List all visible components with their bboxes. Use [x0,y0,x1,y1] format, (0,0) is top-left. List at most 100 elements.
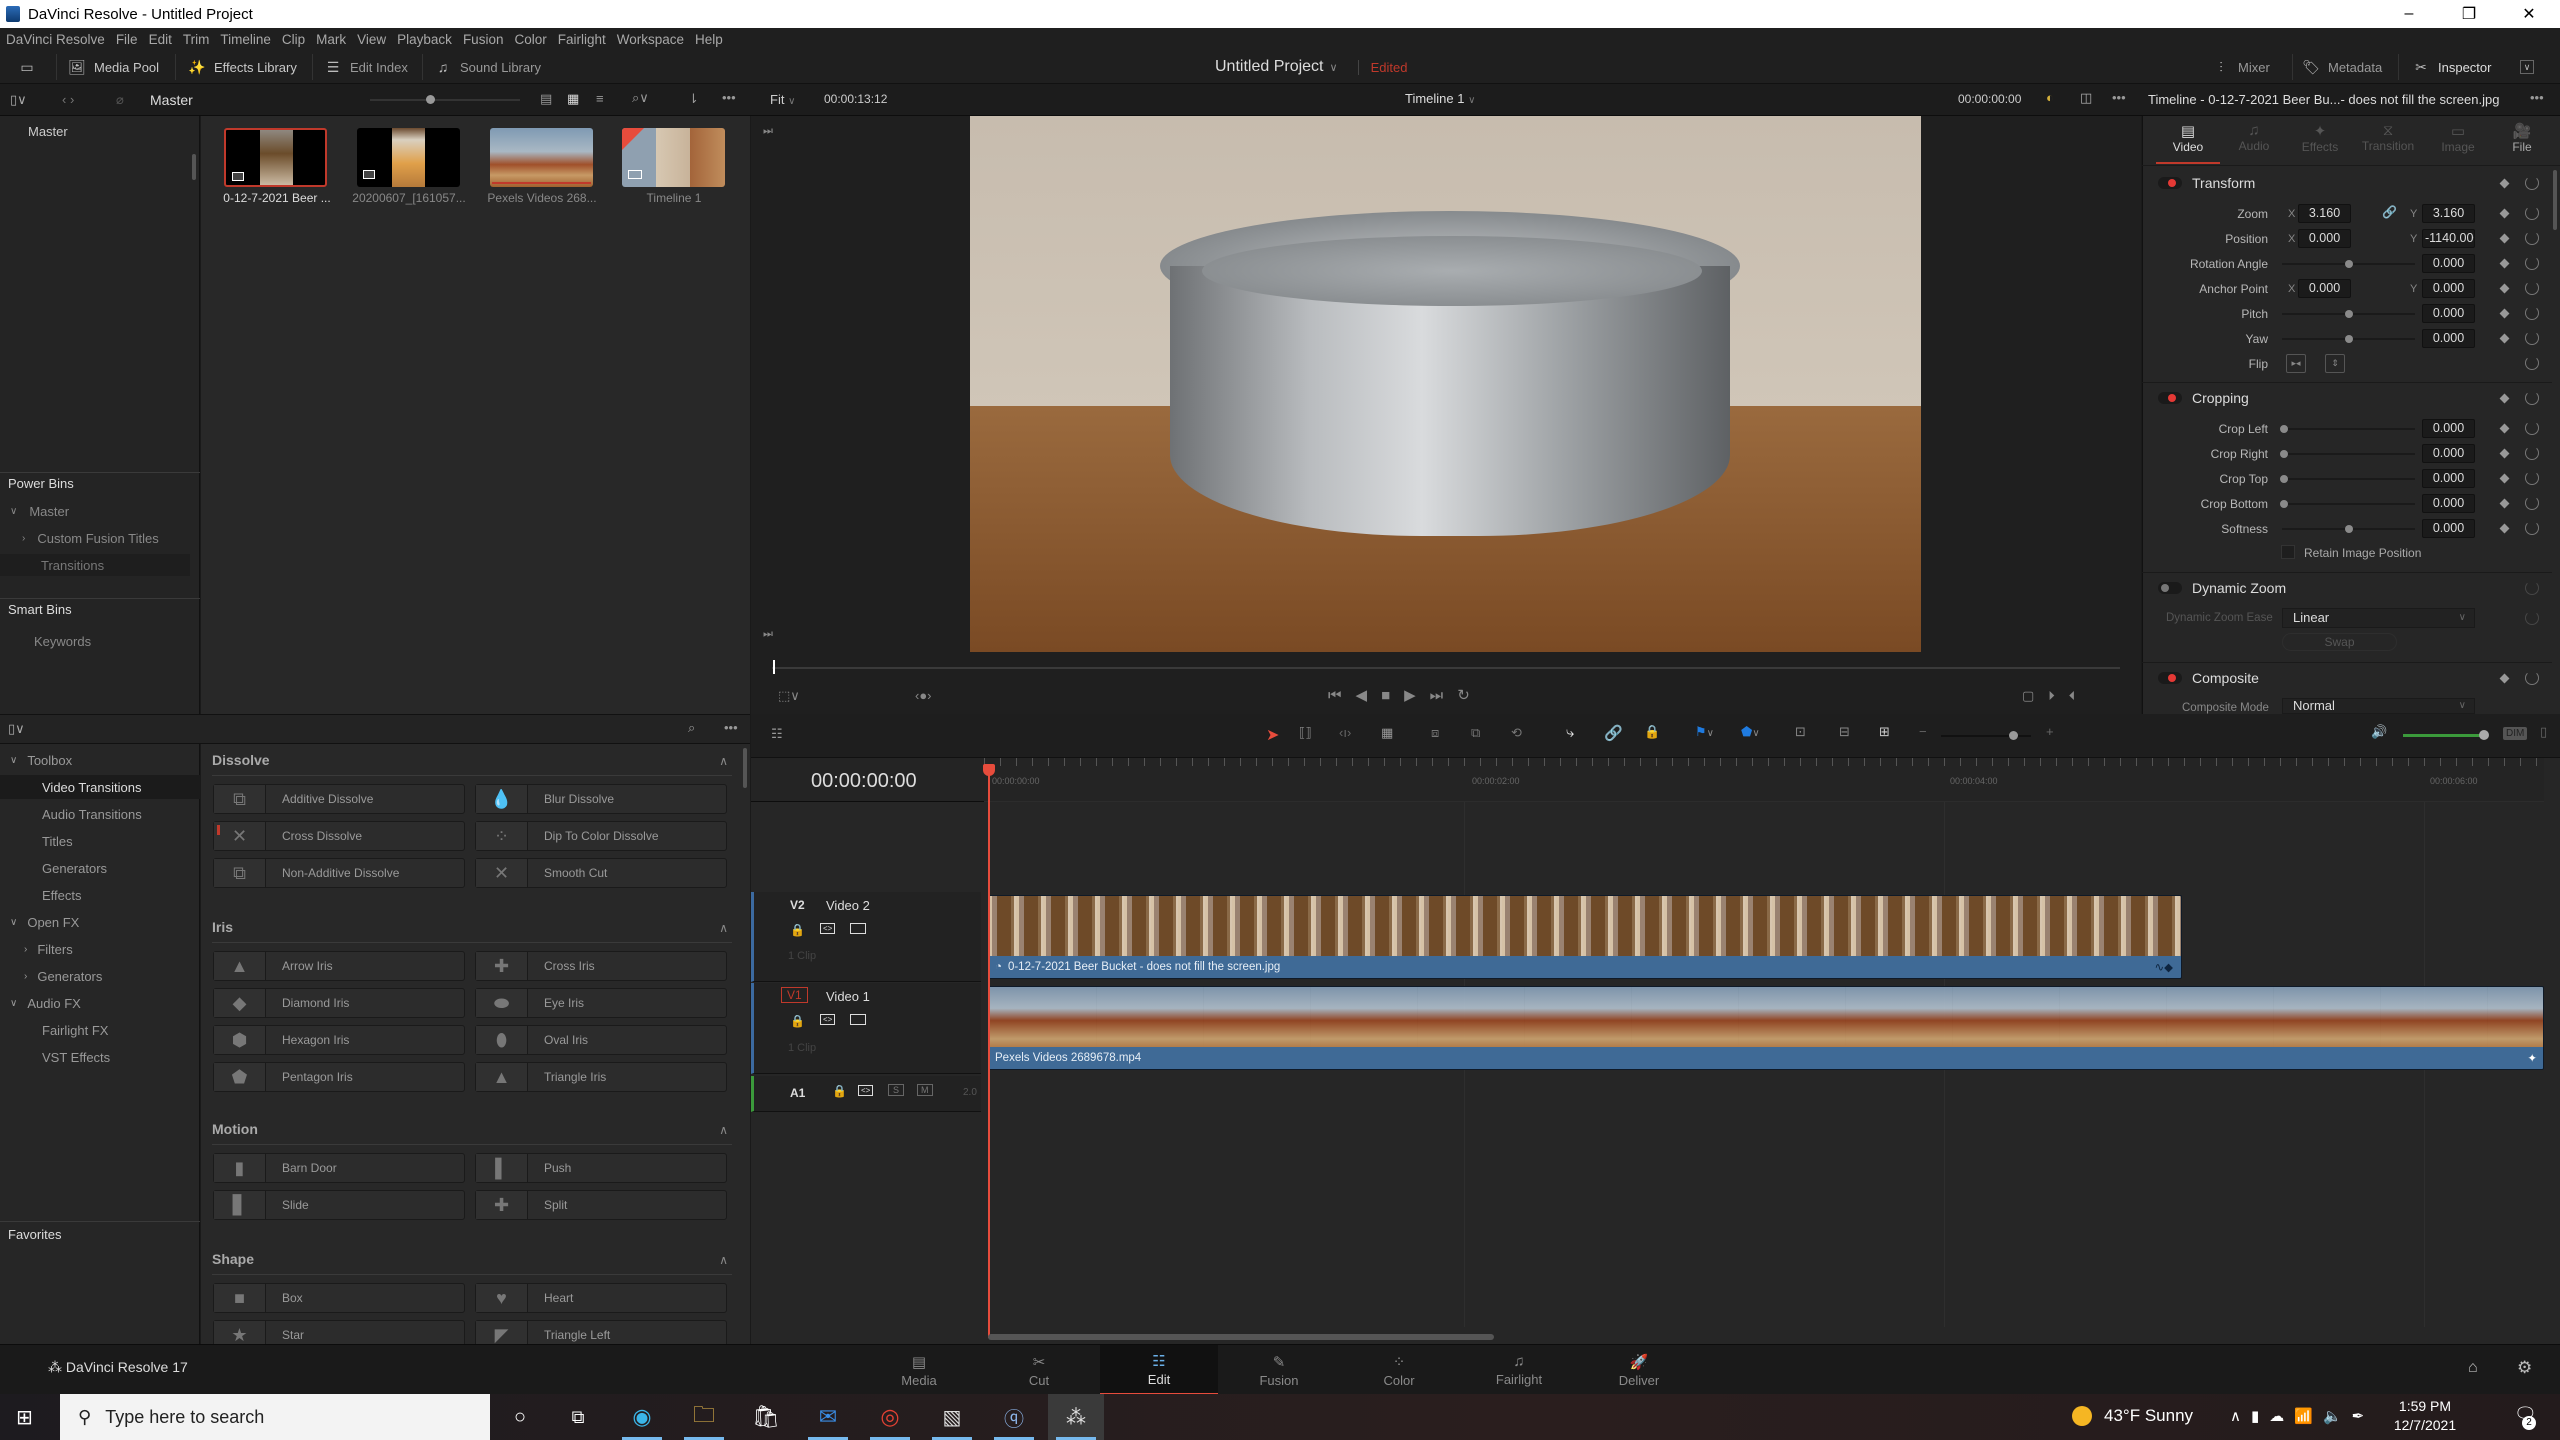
weather-text[interactable]: 43°F Sunny [2104,1406,2193,1426]
crop-bottom-slider[interactable] [2282,503,2415,505]
crop-right-slider[interactable] [2282,453,2415,455]
effects-scrollbar[interactable] [743,748,747,788]
zoom-detail-icon[interactable]: ⊟ [1839,724,1850,740]
slider-knob[interactable] [2345,310,2353,318]
reset-icon[interactable] [2525,496,2539,510]
menu-davinci-resolve[interactable]: DaVinci Resolve [6,32,105,47]
flip-horizontal-button[interactable]: ▸◂ [2286,354,2306,373]
match-frame-icon[interactable]: ‹●› [915,688,932,703]
crop-left-slider[interactable] [2282,428,2415,430]
battery-icon[interactable]: ▮ [2251,1408,2269,1425]
tab-effects[interactable]: ✦ Effects [2288,122,2352,164]
link-icon[interactable]: ⌀ [116,92,124,108]
list-view-icon[interactable]: ≡ [596,91,604,106]
menu-edit[interactable]: Edit [149,32,172,47]
reset-icon[interactable] [2525,611,2539,625]
timeline-ruler[interactable]: 00:00:00:00 00:00:02:00 00:00:04:00 00:0… [984,758,2544,802]
search-icon[interactable]: ⌕∨ [632,90,649,106]
page-deliver[interactable]: 🚀 Deliver [1580,1345,1698,1395]
auto-select-icon[interactable]: <> [820,923,836,934]
solo-button[interactable]: S [888,1084,905,1096]
chrome-icon[interactable]: ◎ [862,1394,918,1440]
collapse-icon[interactable]: ∧ [719,921,728,935]
menu-timeline[interactable]: Timeline [220,32,271,47]
zoom-x-field[interactable]: 3.160 [2298,204,2351,223]
blade-tool-icon[interactable]: ▦ [1381,725,1393,741]
effect-item[interactable]: ■ Box [213,1283,465,1313]
reset-icon[interactable] [2525,421,2539,435]
anchor-y-field[interactable]: 0.000 [2422,279,2475,298]
media-clip-thumbnail[interactable] [357,128,460,187]
effect-item[interactable]: ▌ Push [475,1153,727,1183]
reset-icon[interactable] [2525,306,2539,320]
retain-image-position-checkbox[interactable] [2281,545,2295,559]
menu-fusion[interactable]: Fusion [463,32,504,47]
thumbnail-view-icon[interactable]: ▦ [567,91,579,107]
cropping-section-header[interactable]: Cropping [2142,385,2560,411]
settings-gear-icon[interactable]: ⚙ [2517,1358,2532,1378]
reset-icon[interactable] [2525,176,2539,190]
power-bin-custom-fusion-titles[interactable]: › Custom Fusion Titles [0,527,200,549]
playhead-line[interactable] [988,770,990,1338]
menu-mark[interactable]: Mark [316,32,346,47]
inspector-options-icon[interactable]: ••• [2530,90,2544,105]
file-explorer-icon[interactable]: 🗀 [676,1394,732,1440]
flip-vertical-button[interactable]: ⇕ [2325,354,2345,373]
zoom-custom-icon[interactable]: ⊞ [1879,724,1890,740]
effects-group-header[interactable]: Iris ∧ [212,919,732,943]
effect-item[interactable]: ⧉ Non-Additive Dissolve [213,858,465,888]
tab-audio[interactable]: ♫ Audio [2222,122,2286,164]
timeline-view-options-icon[interactable]: ☷ [771,726,783,742]
zoom-full-icon[interactable]: ⊡ [1795,724,1806,740]
effect-item[interactable]: 💧 Blur Dissolve [475,784,727,814]
zoom-out-button[interactable]: − [1919,724,1927,739]
viewer-options-icon[interactable]: ••• [2112,90,2126,105]
menu-workspace[interactable]: Workspace [617,32,684,47]
qbittorrent-icon[interactable]: ⓠ [986,1394,1042,1440]
softness-field[interactable]: 0.000 [2422,519,2475,538]
volume-slider[interactable] [2403,734,2483,737]
slider-knob[interactable] [2280,450,2288,458]
reset-icon[interactable] [2525,471,2539,485]
effects-tree-item[interactable]: Audio Transitions [0,802,200,826]
scrollbar[interactable] [192,154,196,180]
viewer-canvas[interactable] [970,116,1921,652]
slider-knob[interactable] [2345,260,2353,268]
effects-group-header[interactable]: Shape ∧ [212,1251,732,1275]
effects-tree-item[interactable]: ∨ Open FX [0,910,200,934]
dynamic-zoom-ease-dropdown[interactable]: Linear ∨ [2282,608,2475,628]
prev-edit-icon[interactable]: ⏴ [2069,688,2090,703]
reset-icon[interactable] [2525,391,2539,405]
color-viewer-icon[interactable]: ◐ [2046,90,2054,105]
edit-index-button[interactable]: ☰ Edit Index [324,50,408,84]
menu-clip[interactable]: Clip [282,32,305,47]
reset-icon[interactable] [2525,206,2539,220]
timeline-clip-v1[interactable]: Pexels Videos 2689678.mp4 ✦ [988,986,2544,1070]
minimize-button[interactable]: – [2380,0,2438,28]
back-forward-icon[interactable]: ‹ › [62,92,74,107]
effect-item[interactable]: ✚ Cross Iris [475,951,727,981]
menu-view[interactable]: View [357,32,386,47]
search-icon[interactable]: ⌕ [688,720,695,736]
close-button[interactable]: ✕ [2500,0,2558,28]
panel-toggle-icon[interactable]: ▯∨ [8,721,25,737]
track-enable-icon[interactable] [850,923,866,934]
pen-icon[interactable]: ✒ [2352,1408,2375,1425]
reset-icon[interactable] [2525,446,2539,460]
insert-clip-icon[interactable]: ⧈ [1431,725,1439,741]
page-cut[interactable]: ✂ Cut [980,1345,1098,1395]
reset-icon[interactable] [2525,356,2539,370]
effects-sparkle-icon[interactable]: ✦ [2527,1051,2537,1065]
media-pool-button[interactable]: 🖼 Media Pool [68,50,159,84]
menu-fairlight[interactable]: Fairlight [558,32,606,47]
slider-knob[interactable] [2009,731,2018,740]
effect-item[interactable]: ⁘ Dip To Color Dissolve [475,821,727,851]
crop-right-field[interactable]: 0.000 [2422,444,2475,463]
position-y-field[interactable]: -1140.000 [2422,229,2475,248]
menu-file[interactable]: File [116,32,138,47]
effects-tree-item[interactable]: Fairlight FX [0,1018,200,1042]
effects-group-header[interactable]: Motion ∧ [212,1121,732,1145]
audio-meter-icon[interactable]: ▯ [2540,724,2547,740]
anchor-x-field[interactable]: 0.000 [2298,279,2351,298]
edge-icon[interactable]: ◉ [614,1394,670,1440]
